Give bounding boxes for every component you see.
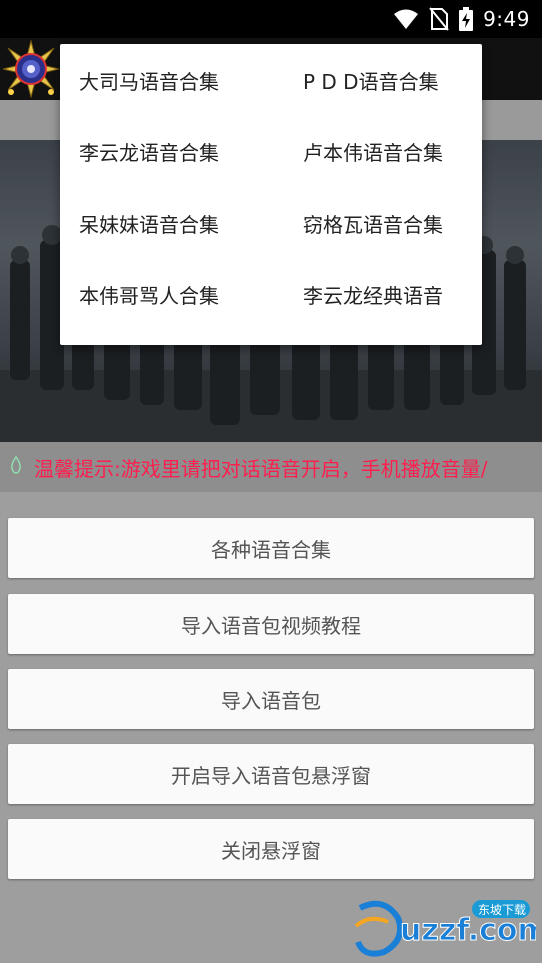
wifi-icon xyxy=(394,9,419,29)
app-logo-icon[interactable] xyxy=(2,40,60,98)
menu-item-pdd[interactable]: P D D语音合集 xyxy=(303,60,503,100)
menu-item-dasima[interactable]: 大司马语音合集 xyxy=(79,60,279,100)
status-bar: 9:49 xyxy=(0,0,542,38)
drop-icon xyxy=(11,456,21,474)
all-voice-collections-button[interactable]: 各种语音合集 xyxy=(8,518,534,578)
status-time: 9:49 xyxy=(483,7,530,31)
status-icons: 9:49 xyxy=(393,6,530,32)
menu-item-liyunlong-classic[interactable]: 李云龙经典语音 xyxy=(303,274,503,314)
battery-charging-icon xyxy=(459,7,474,31)
notice-marquee: 温馨提示:游戏里请把对话语音开启，手机播放音量/ xyxy=(0,442,542,492)
no-sim-icon xyxy=(429,7,449,31)
close-floating-window-button[interactable]: 关闭悬浮窗 xyxy=(8,819,534,879)
menu-item-lubenwei[interactable]: 卢本伟语音合集 xyxy=(303,131,503,171)
menu-item-benweige[interactable]: 本伟哥骂人合集 xyxy=(79,274,279,314)
menu-item-daimeimei[interactable]: 呆妹妹语音合集 xyxy=(79,203,279,243)
watermark-text: uzzf.com xyxy=(400,913,536,948)
uzzf-watermark-logo: uzzf.com 东坡下载 xyxy=(354,900,536,957)
import-tutorial-button[interactable]: 导入语音包视频教程 xyxy=(8,594,534,654)
import-voice-pack-button[interactable]: 导入语音包 xyxy=(8,669,534,729)
menu-item-qiegewa[interactable]: 窃格瓦语音合集 xyxy=(303,203,503,243)
voice-collection-menu: 大司马语音合集 P D D语音合集 李云龙语音合集 卢本伟语音合集 呆妹妹语音合… xyxy=(60,44,482,345)
watermark-tag: 东坡下载 xyxy=(478,903,526,917)
notice-text: 温馨提示:游戏里请把对话语音开启，手机播放音量/ xyxy=(34,457,488,481)
menu-item-liyunlong[interactable]: 李云龙语音合集 xyxy=(79,131,279,171)
open-floating-window-button[interactable]: 开启导入语音包悬浮窗 xyxy=(8,744,534,804)
